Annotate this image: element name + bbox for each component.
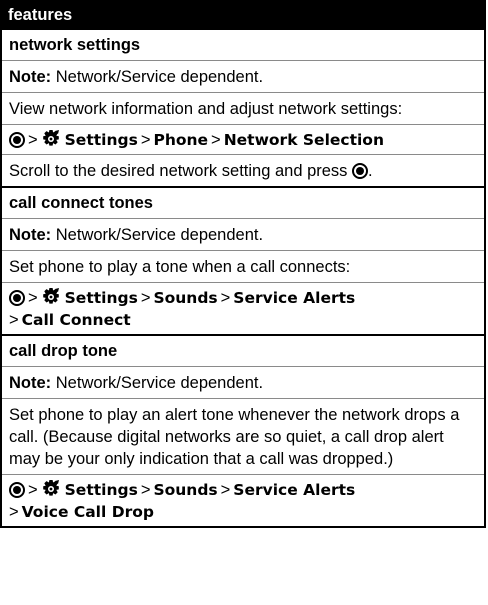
path-item: Voice Call Drop bbox=[21, 503, 154, 521]
instruction-row: Scroll to the desired network setting an… bbox=[9, 162, 373, 180]
note-text: Network/Service dependent. bbox=[55, 68, 264, 86]
note-text: Network/Service dependent. bbox=[55, 226, 264, 244]
path-item: Network Selection bbox=[223, 131, 384, 149]
settings-gear-icon bbox=[42, 288, 59, 304]
path-item: Settings bbox=[64, 481, 138, 499]
settings-gear-icon bbox=[42, 130, 59, 146]
section-title: call drop tone bbox=[2, 336, 484, 367]
note-row: Note: Network/Service dependent. bbox=[2, 219, 484, 251]
menu-path: > Settings > Sounds > Service Alerts > Voice Ca… bbox=[9, 480, 356, 521]
section-title: network settings bbox=[2, 30, 484, 61]
note-label: Note: bbox=[9, 68, 52, 86]
menu-path: > Settings > Phone > Network Selection bbox=[2, 125, 484, 155]
note-label: Note: bbox=[9, 374, 52, 392]
note-row: Note: Network/Service dependent. bbox=[2, 367, 484, 399]
center-key-icon bbox=[352, 163, 369, 179]
section-network-settings: network settings Note: Network/Service d… bbox=[0, 30, 486, 188]
note-label: Note: bbox=[9, 226, 52, 244]
note-text: Network/Service dependent. bbox=[55, 374, 264, 392]
path-item: Settings bbox=[64, 131, 138, 149]
path-item: Sounds bbox=[153, 289, 218, 307]
description: Set phone to play a tone when a call con… bbox=[2, 251, 484, 283]
section-call-connect-tones: call connect tones Note: Network/Service… bbox=[0, 188, 486, 336]
features-table: features network settings Note: Network/… bbox=[0, 0, 486, 528]
path-item: Service Alerts bbox=[233, 289, 356, 307]
center-key-icon bbox=[9, 132, 25, 148]
section-call-drop-tone: call drop tone Note: Network/Service dep… bbox=[0, 336, 486, 528]
path-item: Sounds bbox=[153, 481, 218, 499]
path-item: Service Alerts bbox=[233, 481, 356, 499]
section-title: call connect tones bbox=[2, 188, 484, 219]
description: Set phone to play an alert tone whenever… bbox=[2, 399, 484, 475]
path-item: Call Connect bbox=[21, 311, 131, 329]
table-header: features bbox=[0, 0, 486, 30]
description: View network information and adjust netw… bbox=[2, 93, 484, 125]
path-item: Settings bbox=[64, 289, 138, 307]
center-key-icon bbox=[9, 290, 25, 306]
menu-path: > Settings > Sounds > Service Alerts > Call Con… bbox=[9, 288, 356, 329]
instruction-text: Scroll to the desired network setting an… bbox=[9, 162, 348, 180]
path-item: Phone bbox=[153, 131, 209, 149]
center-key-icon bbox=[9, 482, 25, 498]
settings-gear-icon bbox=[42, 480, 59, 496]
note-row: Note: Network/Service dependent. bbox=[2, 61, 484, 93]
